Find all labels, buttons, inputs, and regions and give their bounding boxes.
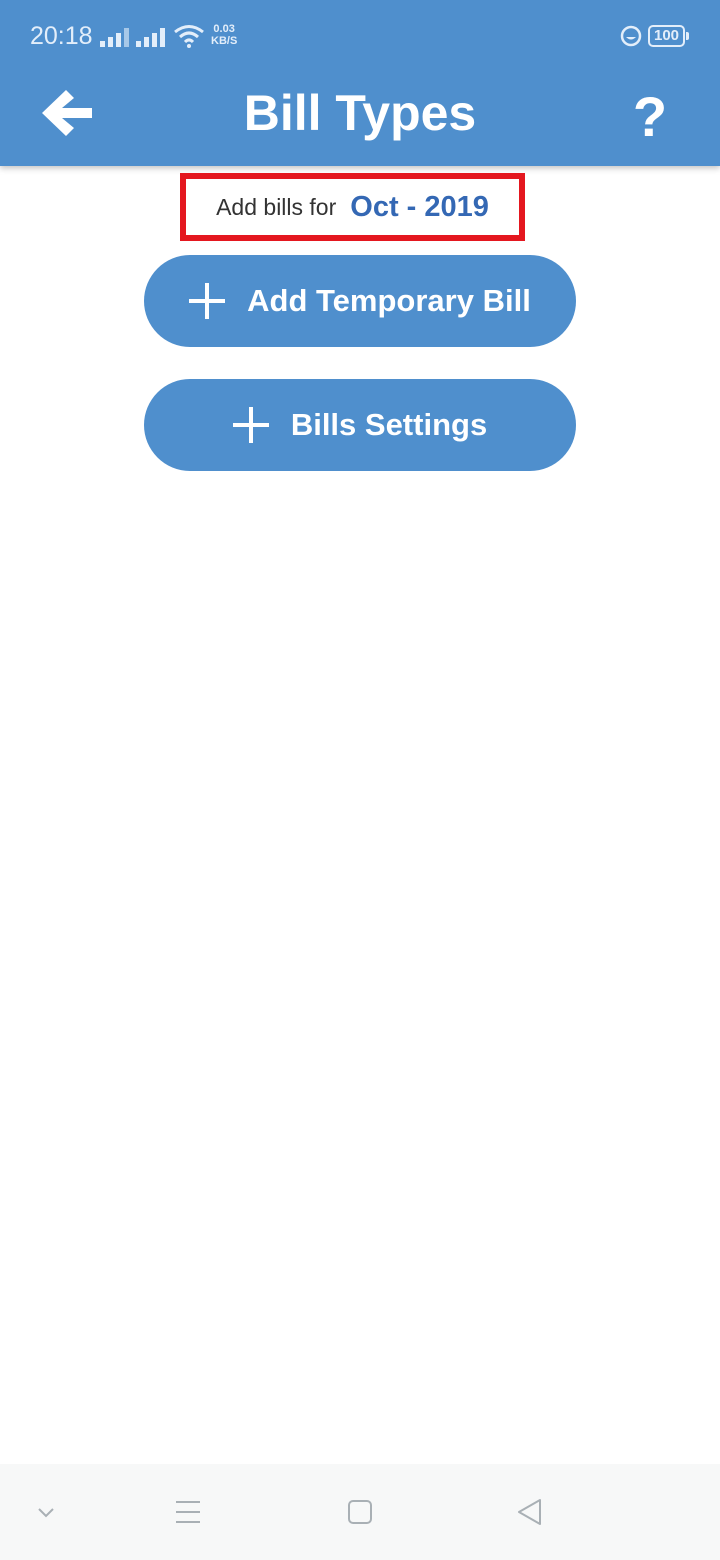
status-bar: 20:18 0.03 KB/S 100 <box>0 0 720 70</box>
bills-settings-button[interactable]: Bills Settings <box>144 379 576 471</box>
month-selector-value[interactable]: Oct - 2019 <box>350 191 489 224</box>
month-selector[interactable]: Add bills for Oct - 2019 <box>180 173 525 241</box>
wifi-icon <box>174 25 204 48</box>
chevron-down-icon[interactable] <box>26 1492 66 1532</box>
signal-icon <box>100 28 129 47</box>
battery-icon: 100 <box>648 25 690 47</box>
add-temporary-bill-button[interactable]: Add Temporary Bill <box>144 255 576 347</box>
moon-icon <box>620 25 642 47</box>
add-temporary-bill-label: Add Temporary Bill <box>247 283 531 318</box>
home-square-icon[interactable] <box>340 1492 380 1532</box>
status-right: 100 <box>620 25 690 47</box>
plus-icon <box>189 283 226 319</box>
network-speed: 0.03 KB/S <box>211 23 237 47</box>
menu-icon[interactable] <box>168 1492 208 1532</box>
system-nav-bar <box>0 1464 720 1560</box>
status-time: 20:18 <box>30 22 93 50</box>
help-button[interactable]: ? <box>630 84 670 149</box>
back-triangle-icon[interactable] <box>510 1492 550 1532</box>
network-speed-unit: KB/S <box>211 35 238 47</box>
bills-settings-label: Bills Settings <box>290 407 488 442</box>
page-title: Bill Types <box>243 85 477 141</box>
month-selector-label: Add bills for <box>216 193 337 220</box>
plus-icon <box>232 407 269 443</box>
app-bar: 20:18 0.03 KB/S 100 Bill Types ? <box>0 0 720 166</box>
signal-icon <box>136 28 165 47</box>
network-speed-value: 0.03 <box>213 23 235 35</box>
